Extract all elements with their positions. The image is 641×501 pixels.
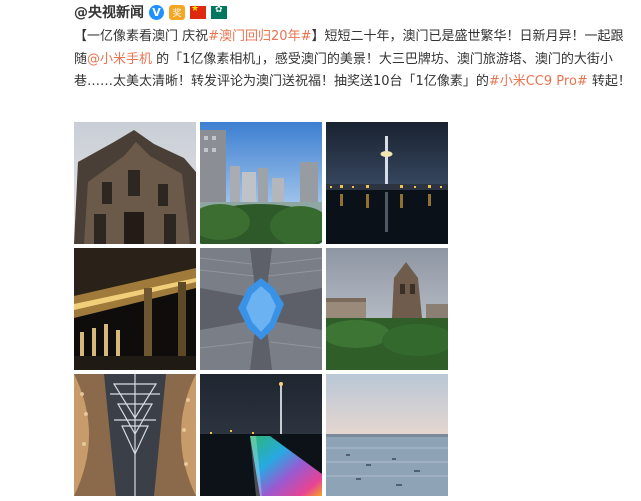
photo-city-skyline-greenery[interactable] [200,122,322,244]
post-text: 【一亿像素看澳门 庆祝#澳门回归20年#】短短二十年，澳门已是盛世繁华！日新月异… [74,26,634,94]
photo-architecture-pattern-interior[interactable] [74,374,196,496]
macau-flag-icon [211,5,227,19]
photo-buildings-looking-up-sky[interactable] [200,248,322,370]
hashtag-macau-return[interactable]: #澳门回归20年# [208,29,311,44]
china-flag-icon [190,4,206,19]
photo-sea-dusk-skyline[interactable] [326,374,448,496]
hashtag-xiaomi-cc9[interactable]: #小米CC9 Pro# [489,74,588,89]
username[interactable]: @央视新闻 [74,2,144,22]
verified-v-icon[interactable]: V [149,4,164,20]
post-text-segment: 【一亿像素看澳门 庆祝 [74,29,209,44]
gold-badge-icon[interactable]: 奖 [169,4,185,20]
photo-ruins-st-paul-facade[interactable] [74,122,196,244]
post-text-segment: 转起！ [587,74,631,89]
post-header: @央视新闻 V 奖 [74,2,227,22]
photo-rainbow-light-walkway[interactable] [200,374,322,496]
mention-xiaomi[interactable]: @小米手机 [87,52,152,67]
photo-ruins-st-paul-park[interactable] [326,248,448,370]
photo-grid [74,122,448,496]
photo-bridge-night-lights[interactable] [74,248,196,370]
photo-macau-tower-night[interactable] [326,122,448,244]
